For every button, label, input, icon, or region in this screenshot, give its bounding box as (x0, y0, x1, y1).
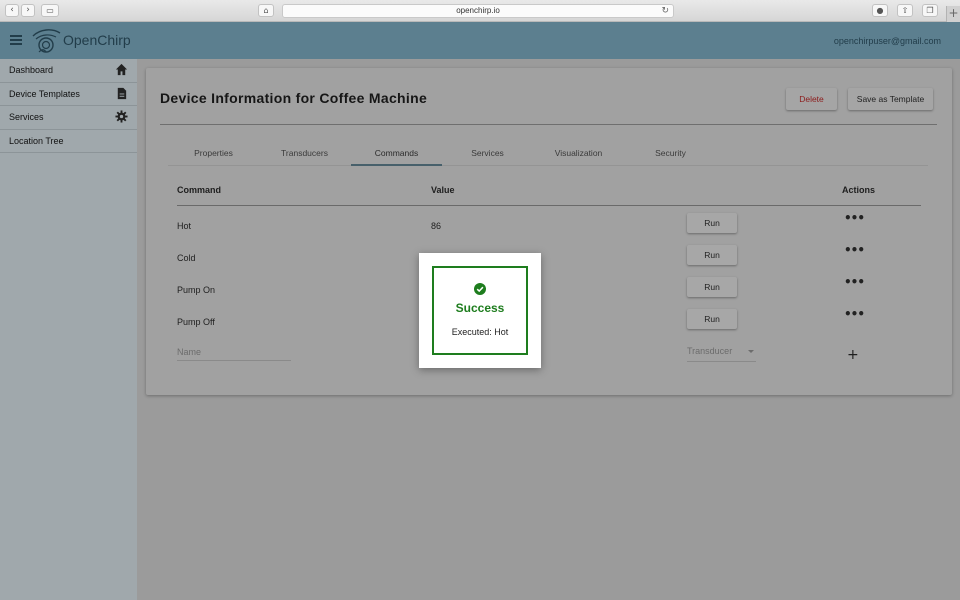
command-name: Pump Off (177, 317, 215, 327)
sidebar: Dashboard Device Templates Services Loca… (0, 59, 137, 600)
delete-button[interactable]: Delete (786, 88, 837, 110)
divider (160, 124, 937, 125)
tab-visualization[interactable]: Visualization (533, 141, 624, 166)
device-info-card: Device Information for Coffee Machine De… (146, 68, 952, 395)
tab-properties[interactable]: Properties (168, 141, 259, 166)
tab-services[interactable]: Services (442, 141, 533, 166)
app-name[interactable]: OpenChirp (63, 32, 131, 48)
sidebar-item-label: Services (9, 112, 44, 122)
success-dialog: Success Executed: Hot (419, 253, 541, 368)
tab-security[interactable]: Security (625, 141, 716, 166)
sidebar-item-label: Dashboard (9, 65, 54, 75)
command-name: Hot (177, 221, 192, 231)
gear-icon (115, 110, 128, 123)
new-tab-button[interactable]: + (946, 6, 960, 22)
run-button[interactable]: Run (687, 309, 737, 329)
run-button[interactable]: Run (687, 245, 737, 265)
url-text: openchirp.io (456, 6, 500, 15)
browser-toolbar: ‹ › ▭ ⌂ openchirp.io ↻ ● ⇧ ❐ + (0, 0, 960, 22)
command-value: 86 (431, 221, 442, 231)
sidebar-item-device-templates[interactable]: Device Templates (0, 83, 137, 106)
back-button[interactable]: ‹ (5, 4, 19, 17)
table-row: Hot 86 Run ••• (177, 211, 921, 244)
home-icon (115, 63, 128, 76)
table-row: Cold 20 Run ••• (177, 243, 921, 276)
check-circle-icon (474, 283, 486, 295)
document-icon (117, 87, 127, 99)
column-header-command: Command (177, 185, 222, 195)
sidebar-item-services[interactable]: Services (0, 106, 137, 130)
tabs-icon[interactable]: ❐ (922, 4, 938, 17)
table-header: Command Value Actions (177, 182, 921, 206)
page-title: Device Information for Coffee Machine (160, 90, 428, 106)
table-row: Pump Off Run ••• (177, 307, 921, 340)
success-dialog-frame: Success Executed: Hot (432, 266, 528, 355)
new-command-name-input[interactable] (177, 343, 291, 361)
column-header-actions: Actions (842, 185, 876, 195)
run-button[interactable]: Run (687, 213, 737, 233)
app-header: OpenChirp openchirpuser@gmail.com (0, 22, 960, 59)
sidebar-item-label: Location Tree (9, 135, 64, 146)
share-icon[interactable]: ⇧ (897, 4, 913, 17)
forward-button[interactable]: › (21, 4, 35, 17)
sidebar-item-dashboard[interactable]: Dashboard (0, 59, 137, 83)
main-content: Device Information for Coffee Machine De… (137, 59, 960, 600)
command-name: Pump On (177, 285, 216, 295)
sidebar-item-location-tree[interactable]: Location Tree (0, 130, 137, 153)
tab-transducers[interactable]: Transducers (259, 141, 350, 166)
dialog-message: Executed: Hot (451, 327, 509, 337)
reload-icon[interactable]: ↻ (661, 5, 669, 17)
table-row: Pump On Run ••• (177, 275, 921, 308)
tab-commands[interactable]: Commands (351, 141, 442, 166)
address-bar[interactable]: openchirp.io ↻ (282, 4, 674, 18)
sidebar-item-label: Device Templates (9, 88, 80, 99)
column-header-value: Value (431, 185, 455, 195)
save-as-template-button[interactable]: Save as Template (848, 88, 933, 110)
download-icon[interactable]: ● (872, 4, 888, 17)
tab-bar: Properties Transducers Commands Services… (168, 141, 928, 166)
add-command-button[interactable]: + (847, 347, 859, 363)
user-email[interactable]: openchirpuser@gmail.com (834, 36, 941, 46)
more-options-icon[interactable]: ••• (844, 275, 865, 289)
transducer-select-placeholder: Transducer (687, 346, 733, 356)
chevron-down-icon (748, 350, 754, 353)
dialog-title: Success (455, 301, 505, 315)
more-options-icon[interactable]: ••• (844, 211, 865, 225)
command-name: Cold (177, 253, 196, 263)
openchirp-logo-icon (32, 29, 61, 53)
more-options-icon[interactable]: ••• (844, 243, 865, 257)
hamburger-menu-icon[interactable] (10, 35, 22, 45)
more-options-icon[interactable]: ••• (844, 307, 865, 321)
home-button[interactable]: ⌂ (258, 4, 274, 17)
run-button[interactable]: Run (687, 277, 737, 297)
transducer-select[interactable]: Transducer (687, 346, 756, 362)
sidebar-toggle-button[interactable]: ▭ (41, 4, 59, 17)
